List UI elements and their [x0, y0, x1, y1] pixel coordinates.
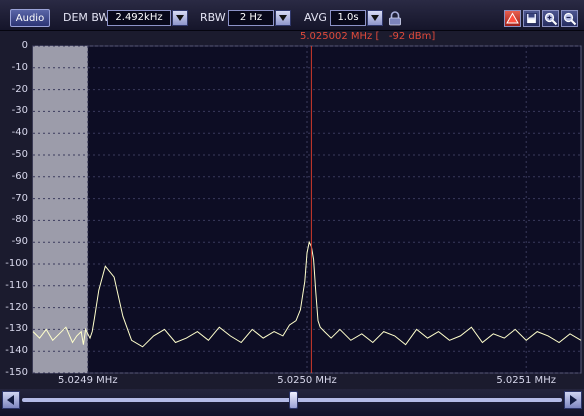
y-tick-label: 0 — [21, 40, 28, 51]
dem-bw-label: DEM BW — [63, 11, 110, 24]
scroll-right-arrow-icon[interactable] — [564, 391, 582, 409]
y-tick-label: -70 — [11, 192, 28, 204]
frequency-scrollbar[interactable] — [0, 389, 584, 416]
dem-bw-dropdown-arrow-icon[interactable] — [172, 10, 188, 26]
x-tick-label: 5.0249 MHz — [58, 375, 118, 386]
y-tick-label: -140 — [5, 345, 28, 357]
y-tick-label: -30 — [11, 105, 28, 117]
avg-label: AVG — [304, 11, 327, 24]
y-tick-label: -80 — [11, 214, 28, 226]
y-tick-label: -120 — [5, 301, 28, 313]
y-tick-label: -20 — [11, 83, 28, 95]
y-tick-label: -50 — [11, 149, 28, 160]
y-tick-label: -130 — [5, 323, 28, 335]
lock-icon[interactable] — [388, 11, 402, 26]
demodulation-band[interactable] — [33, 46, 88, 373]
rbw-dropdown-arrow-icon[interactable] — [275, 10, 291, 26]
x-tick-label: 5.0251 MHz — [496, 375, 556, 386]
y-tick-label: -60 — [11, 170, 28, 182]
scroll-left-arrow-icon[interactable] — [2, 391, 20, 409]
y-tick-label: -40 — [11, 127, 28, 139]
dem-bw-field[interactable]: 2.492kHz — [107, 10, 171, 26]
audio-button[interactable]: Audio — [10, 9, 50, 27]
y-tick-label: -100 — [5, 258, 28, 269]
rbw-field[interactable]: 2 Hz — [228, 10, 274, 26]
avg-dropdown-arrow-icon[interactable] — [367, 10, 383, 26]
zoom-in-icon[interactable] — [542, 10, 559, 27]
toolbar: Audio DEM BW 2.492kHz RBW 2 Hz AVG 1.0s — [0, 0, 584, 31]
avg-field[interactable]: 1.0s — [330, 10, 366, 26]
rbw-label: RBW — [200, 11, 226, 24]
zoom-out-icon[interactable] — [561, 10, 578, 27]
x-tick-label: 5.0250 MHz — [277, 375, 337, 386]
peak-marker-icon[interactable] — [504, 10, 521, 27]
y-tick-label: -150 — [5, 367, 28, 378]
y-tick-label: -110 — [5, 279, 28, 291]
y-tick-label: -10 — [11, 61, 28, 73]
save-icon[interactable] — [523, 10, 540, 27]
y-tick-label: -90 — [11, 236, 28, 248]
plot-area — [32, 45, 582, 374]
scroll-thumb[interactable] — [289, 391, 298, 409]
spectrum-plot[interactable] — [0, 40, 584, 392]
